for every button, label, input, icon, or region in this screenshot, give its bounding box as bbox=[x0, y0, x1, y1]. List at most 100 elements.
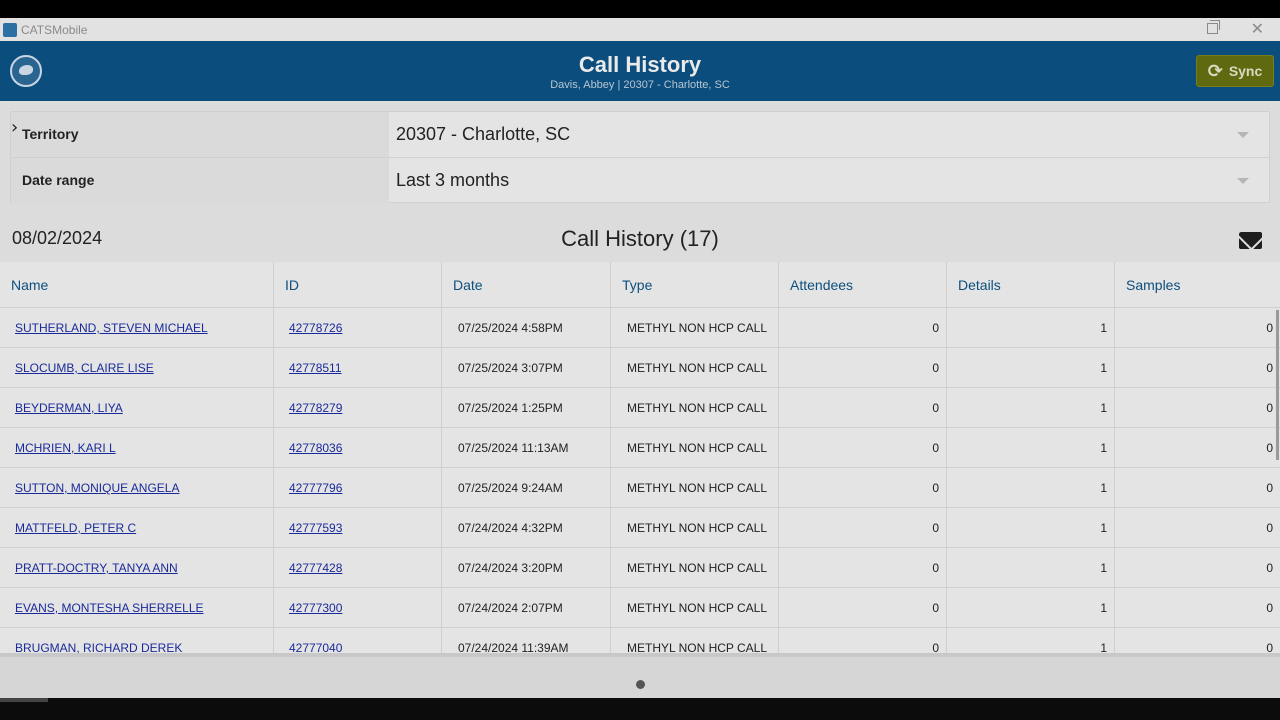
samples-cell: 0 bbox=[1266, 561, 1273, 575]
table-header: Name ID Date Type Attendees Details Samp… bbox=[0, 262, 1280, 308]
type-cell: METHYL NON HCP CALL bbox=[611, 468, 779, 508]
sync-button[interactable]: ⟳ Sync bbox=[1196, 55, 1274, 87]
date-cell: 07/25/2024 4:58PM bbox=[442, 308, 611, 348]
close-window-icon[interactable]: ✕ bbox=[1251, 19, 1264, 38]
page-subtitle: Davis, Abbey | 20307 - Charlotte, SC bbox=[550, 79, 730, 91]
id-link[interactable]: 42778726 bbox=[274, 308, 442, 348]
column-header-date[interactable]: Date bbox=[442, 262, 611, 308]
attendees-cell: 0 bbox=[779, 628, 947, 655]
taskbar-item[interactable] bbox=[0, 698, 48, 702]
caret-down-icon[interactable] bbox=[1237, 178, 1249, 184]
type-cell: METHYL NON HCP CALL bbox=[611, 428, 779, 468]
screen-top-border bbox=[0, 0, 1280, 18]
id-link[interactable]: 42778279 bbox=[274, 388, 442, 428]
vertical-scrollbar[interactable] bbox=[1276, 310, 1279, 460]
date-cell: 07/24/2024 2:07PM bbox=[442, 588, 611, 628]
page-title: Call History bbox=[578, 52, 702, 77]
date-range-label: Date range bbox=[11, 158, 389, 203]
attendees-cell: 0 bbox=[779, 388, 947, 428]
page-indicator-dot[interactable] bbox=[636, 680, 645, 689]
table-row[interactable]: SUTHERLAND, STEVEN MICHAEL 42778726 07/2… bbox=[0, 308, 1280, 348]
caret-down-icon[interactable] bbox=[1237, 132, 1249, 138]
type-cell: METHYL NON HCP CALL bbox=[611, 628, 779, 655]
id-link[interactable]: 42778511 bbox=[274, 348, 442, 388]
date-cell: 07/25/2024 3:07PM bbox=[442, 348, 611, 388]
window-titlebar: CATSMobile ✕ bbox=[0, 18, 1280, 41]
type-cell: METHYL NON HCP CALL bbox=[611, 348, 779, 388]
type-cell: METHYL NON HCP CALL bbox=[611, 548, 779, 588]
id-link[interactable]: 42777040 bbox=[274, 628, 442, 655]
chevron-right-icon[interactable]: › bbox=[11, 117, 18, 138]
type-cell: METHYL NON HCP CALL bbox=[611, 508, 779, 548]
sync-label: Sync bbox=[1228, 63, 1263, 79]
table-row[interactable]: MCHRIEN, KARI L 42778036 07/25/2024 11:1… bbox=[0, 428, 1280, 468]
type-cell: METHYL NON HCP CALL bbox=[611, 588, 779, 628]
name-link[interactable]: EVANS, MONTESHA SHERRELLE bbox=[0, 588, 274, 628]
date-cell: 07/24/2024 11:39AM bbox=[442, 628, 611, 655]
refresh-icon: ⟳ bbox=[1207, 60, 1223, 82]
call-history-title: Call History (17) bbox=[561, 226, 719, 251]
window-title: CATSMobile bbox=[21, 22, 88, 37]
samples-cell: 0 bbox=[1266, 521, 1273, 535]
table-row[interactable]: BRUGMAN, RICHARD DEREK 42777040 07/24/20… bbox=[0, 628, 1280, 655]
envelope-icon[interactable] bbox=[1239, 232, 1262, 249]
samples-cell: 0 bbox=[1266, 601, 1273, 615]
details-cell: 1 bbox=[947, 508, 1115, 548]
samples-cell: 0 bbox=[1266, 641, 1273, 655]
id-link[interactable]: 42777593 bbox=[274, 508, 442, 548]
name-link[interactable]: SUTTON, MONIQUE ANGELA bbox=[0, 468, 274, 508]
date-cell: 07/25/2024 1:25PM bbox=[442, 388, 611, 428]
name-link[interactable]: PRATT-DOCTRY, TANYA ANN bbox=[0, 548, 274, 588]
type-cell: METHYL NON HCP CALL bbox=[611, 388, 779, 428]
column-header-samples[interactable]: Samples bbox=[1115, 262, 1280, 308]
table-row[interactable]: SLOCUMB, CLAIRE LISE 42778511 07/25/2024… bbox=[0, 348, 1280, 388]
date-cell: 07/25/2024 11:13AM bbox=[442, 428, 611, 468]
footer-bar bbox=[0, 657, 1280, 698]
table-row[interactable]: EVANS, MONTESHA SHERRELLE 42777300 07/24… bbox=[0, 588, 1280, 628]
table-row[interactable]: PRATT-DOCTRY, TANYA ANN 42777428 07/24/2… bbox=[0, 548, 1280, 588]
samples-cell: 0 bbox=[1266, 441, 1273, 455]
details-cell: 1 bbox=[947, 308, 1115, 348]
samples-cell: 0 bbox=[1266, 361, 1273, 375]
attendees-cell: 0 bbox=[779, 428, 947, 468]
date-range-select[interactable]: Last 3 months bbox=[396, 158, 509, 202]
name-link[interactable]: MATTFELD, PETER C bbox=[0, 508, 274, 548]
territory-label: Territory bbox=[11, 112, 389, 157]
details-cell: 1 bbox=[947, 388, 1115, 428]
attendees-cell: 0 bbox=[779, 308, 947, 348]
app-header: Call History Davis, Abbey | 20307 - Char… bbox=[0, 41, 1280, 101]
name-link[interactable]: BRUGMAN, RICHARD DEREK bbox=[0, 628, 274, 655]
details-cell: 1 bbox=[947, 628, 1115, 655]
table-row[interactable]: SUTTON, MONIQUE ANGELA 42777796 07/25/20… bbox=[0, 468, 1280, 508]
date-range-filter[interactable]: Date range Last 3 months bbox=[11, 158, 1269, 204]
main-content: Territory 20307 - Charlotte, SC Date ran… bbox=[0, 101, 1280, 698]
id-link[interactable]: 42777796 bbox=[274, 468, 442, 508]
name-link[interactable]: MCHRIEN, KARI L bbox=[0, 428, 274, 468]
restore-window-icon[interactable] bbox=[1207, 20, 1220, 34]
column-header-attendees[interactable]: Attendees bbox=[779, 262, 947, 308]
id-link[interactable]: 42777428 bbox=[274, 548, 442, 588]
table-row[interactable]: BEYDERMAN, LIYA 42778279 07/25/2024 1:25… bbox=[0, 388, 1280, 428]
territory-select[interactable]: 20307 - Charlotte, SC bbox=[396, 112, 570, 156]
details-cell: 1 bbox=[947, 548, 1115, 588]
id-link[interactable]: 42777300 bbox=[274, 588, 442, 628]
date-cell: 07/24/2024 3:20PM bbox=[442, 548, 611, 588]
call-history-table: Name ID Date Type Attendees Details Samp… bbox=[0, 262, 1280, 655]
date-cell: 07/24/2024 4:32PM bbox=[442, 508, 611, 548]
attendees-cell: 0 bbox=[779, 348, 947, 388]
samples-cell: 0 bbox=[1266, 401, 1273, 415]
attendees-cell: 0 bbox=[779, 468, 947, 508]
territory-filter[interactable]: Territory 20307 - Charlotte, SC bbox=[11, 112, 1269, 158]
name-link[interactable]: SUTHERLAND, STEVEN MICHAEL bbox=[0, 308, 274, 348]
column-header-id[interactable]: ID bbox=[274, 262, 442, 308]
name-link[interactable]: BEYDERMAN, LIYA bbox=[0, 388, 274, 428]
details-cell: 1 bbox=[947, 428, 1115, 468]
samples-cell: 0 bbox=[1266, 321, 1273, 335]
id-link[interactable]: 42778036 bbox=[274, 428, 442, 468]
app-icon bbox=[3, 22, 17, 37]
column-header-details[interactable]: Details bbox=[947, 262, 1115, 308]
column-header-name[interactable]: Name bbox=[0, 262, 274, 308]
table-row[interactable]: MATTFELD, PETER C 42777593 07/24/2024 4:… bbox=[0, 508, 1280, 548]
name-link[interactable]: SLOCUMB, CLAIRE LISE bbox=[0, 348, 274, 388]
column-header-type[interactable]: Type bbox=[611, 262, 779, 308]
